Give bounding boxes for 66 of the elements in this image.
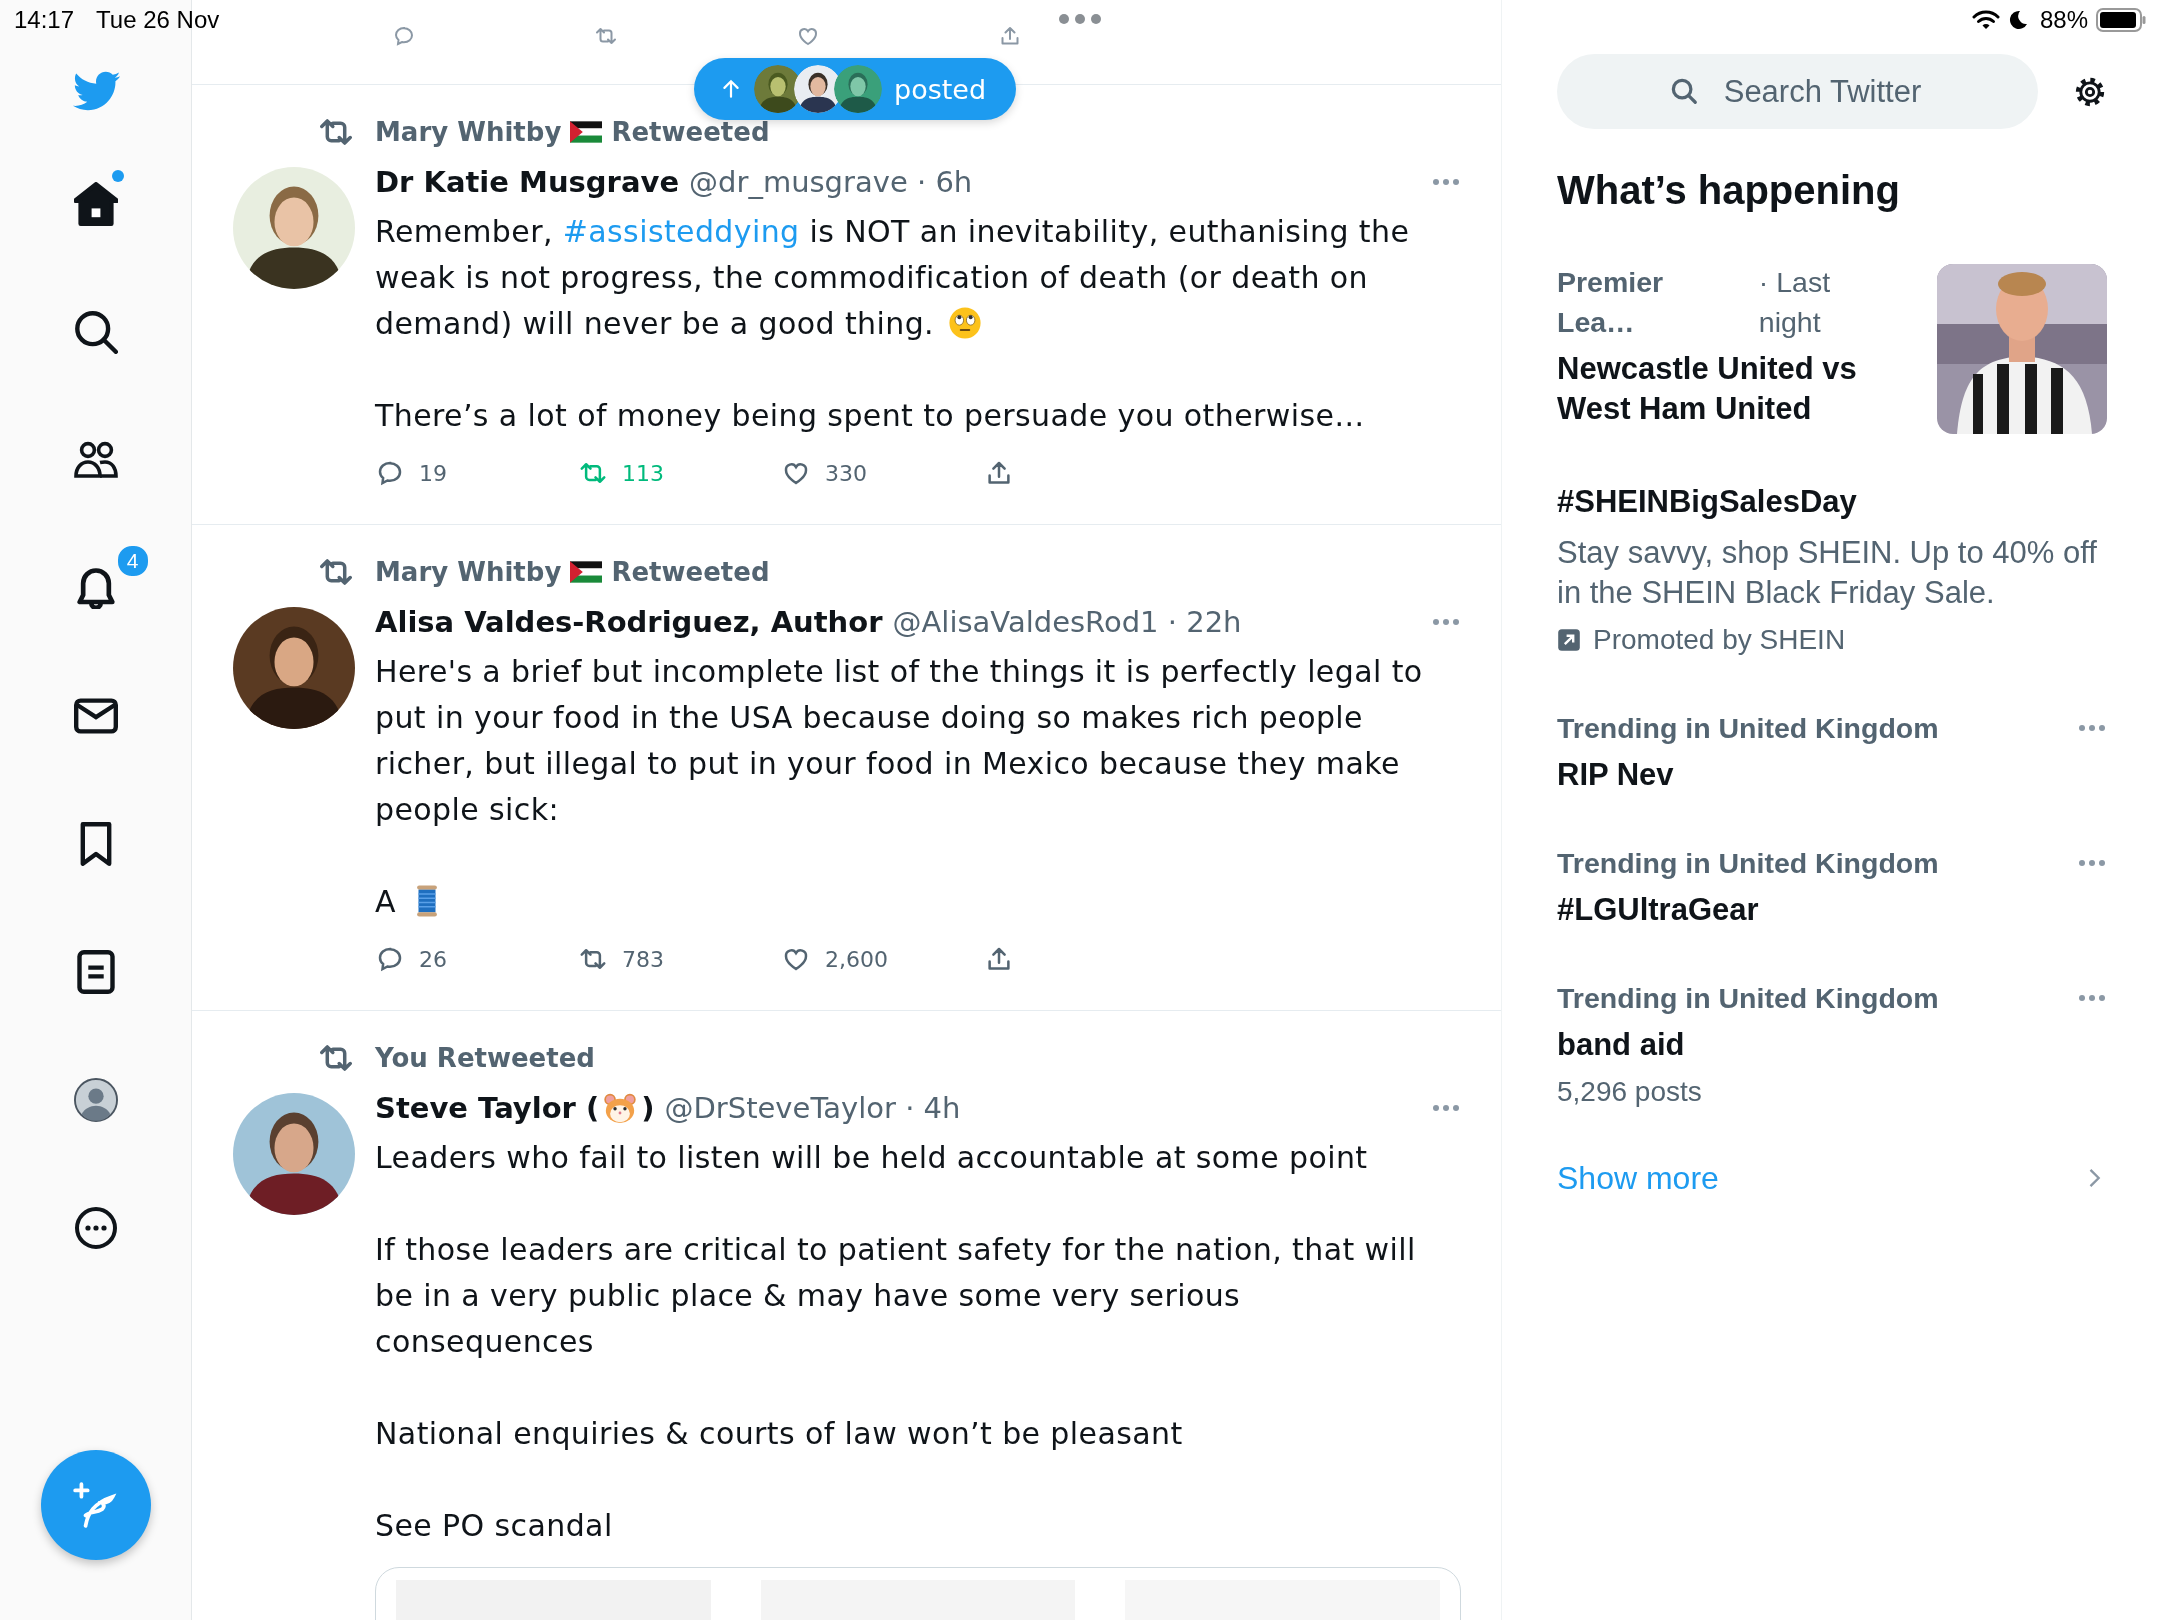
handle-and-time: @AlisaValdesRod1 · 22h — [892, 605, 1242, 639]
more-options-icon[interactable] — [1431, 1103, 1461, 1113]
more-icon[interactable] — [73, 1206, 118, 1250]
search-icon — [1669, 76, 1699, 106]
trend-category: Trending in United Kingdom — [1557, 981, 1939, 1016]
bell-icon[interactable] — [76, 567, 115, 609]
trend-title[interactable]: #LGUltraGear — [1557, 890, 2107, 930]
hamster-icon — [603, 1091, 638, 1125]
trend-category: Trending in United Kingdom — [1557, 846, 1939, 881]
more-options-icon[interactable] — [1431, 617, 1461, 627]
promoted-description: Stay savvy, shop SHEIN. Up to 40% off in the SHEIN Black Friday Sale. — [1557, 534, 2098, 612]
tweet-text: National enquiries & courts of law won’t be pleasant — [375, 1415, 1184, 1453]
multitasking-dots-icon[interactable] — [1058, 13, 1102, 25]
arrow-up-icon — [720, 78, 742, 100]
tweet-text: If those leaders are critical to patient safety for the nation, that will be in a very public place & may have some very serious consequences — [375, 1231, 1417, 1361]
trend-title[interactable]: RIP Nev — [1557, 755, 2107, 795]
status-time: 14:17 — [14, 6, 75, 34]
retweeted-by-label: Mary Whitby Retweeted — [375, 556, 771, 589]
tweet-text: Leaders who fail to listen will be held accountable at some point — [375, 1139, 1369, 1177]
home-icon[interactable] — [73, 182, 118, 226]
reply-icon[interactable] — [392, 24, 416, 48]
tweet-text: Remember, #assisteddying is NOT an inevitability, euthanising the weak is not progress, the commodification of death (or death on demand) will never be a good thing. — [375, 213, 1411, 343]
status-date: Tue 26 Nov — [96, 6, 220, 34]
flag-icon — [570, 121, 603, 143]
like-count: 2,600 — [825, 946, 888, 972]
battery-percent: 88% — [2039, 6, 2088, 34]
promoted-icon — [1557, 628, 1581, 652]
retweet-count: 113 — [622, 460, 664, 486]
trend-title[interactable]: #SHEINBigSalesDay — [1557, 482, 2107, 522]
retweet-count: 783 — [622, 946, 664, 972]
flag-icon — [570, 561, 603, 583]
profile-avatar-icon[interactable] — [73, 1078, 118, 1122]
battery-icon — [2096, 8, 2146, 32]
tweet-text: Here's a brief but incomplete list of the things it is perfectly legal to put in your food in the USA because doing so makes rich people richer, but illegal to put in your food in Mexico because they make people sick: — [375, 653, 1424, 829]
notification-count: 4 — [115, 544, 150, 578]
trend-title[interactable]: Newcastle United vs West Ham United — [1557, 349, 1897, 429]
search-icon[interactable] — [73, 310, 118, 354]
wifi-icon — [1971, 10, 2000, 30]
trend-title[interactable]: band aid — [1557, 1025, 2107, 1065]
trend-time: · Last night — [1758, 265, 1832, 340]
handle-and-time: @DrSteveTaylor · 4h — [664, 1091, 961, 1125]
more-options-icon[interactable] — [2077, 858, 2107, 868]
display-name[interactable]: Steve Taylor ( ) — [375, 1091, 655, 1125]
more-options-icon[interactable] — [2077, 993, 2107, 1003]
display-name[interactable]: Dr Katie Musgrave — [375, 165, 680, 199]
post-count: 5,296 posts — [1557, 1075, 1703, 1109]
trend-category: Trending in United Kingdom — [1557, 711, 1939, 746]
more-options-icon[interactable] — [2077, 723, 2107, 733]
emoji-icon — [947, 306, 982, 340]
moon-icon — [2007, 10, 2028, 30]
search-field[interactable]: Search Twitter — [1557, 54, 2038, 129]
tweet-text: A — [375, 879, 1461, 925]
trend-category: Premier Lea… — [1557, 265, 1665, 340]
retweeted-by-label: You Retweeted — [375, 1042, 596, 1075]
handle-and-time: @dr_musgrave · 6h — [689, 165, 973, 199]
display-name[interactable]: Alisa Valdes-Rodriguez, Author — [375, 605, 883, 639]
tweet-text: There’s a lot of money being spent to persuade you otherwise… — [375, 397, 1366, 435]
like-count: 330 — [825, 460, 867, 486]
chevron-right-icon[interactable] — [2087, 1166, 2101, 1190]
tweet-text: See PO scandal — [375, 1507, 614, 1545]
promoted-by-label: Promoted by SHEIN — [1593, 623, 1846, 657]
reply-count: 26 — [419, 946, 447, 972]
section-heading: What’s happening — [1557, 167, 1901, 214]
reply-count: 19 — [419, 460, 447, 486]
compose-button[interactable] — [40, 1450, 151, 1560]
more-options-icon[interactable] — [1431, 177, 1461, 187]
